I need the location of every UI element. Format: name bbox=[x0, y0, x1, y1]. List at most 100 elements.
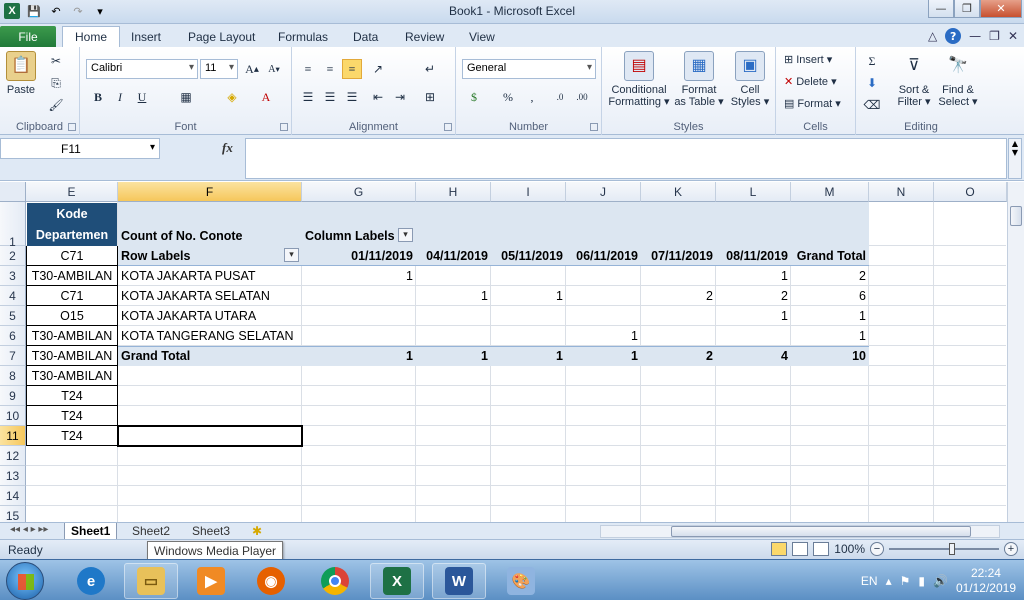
column-header-o[interactable]: O bbox=[934, 182, 1007, 202]
increase-indent-icon[interactable]: ⇥ bbox=[390, 87, 410, 107]
tab-page-layout[interactable]: Page Layout bbox=[176, 26, 267, 47]
dept-cell[interactable]: T24 bbox=[26, 386, 118, 406]
tab-file[interactable]: File bbox=[0, 26, 56, 47]
column-header-l[interactable]: L bbox=[716, 182, 791, 202]
conditional-formatting-button[interactable]: ▤ Conditional Formatting ▾ bbox=[606, 51, 672, 108]
row-header-15[interactable]: 15 bbox=[0, 506, 26, 522]
dept-cell[interactable]: T24 bbox=[26, 426, 118, 446]
horizontal-scrollbar[interactable] bbox=[600, 525, 1000, 538]
format-cells-button[interactable]: ▤ Format ▾ bbox=[784, 97, 841, 110]
zoom-out-icon[interactable]: − bbox=[870, 542, 884, 556]
clipboard-launcher-icon[interactable] bbox=[68, 123, 76, 131]
row-header-8[interactable]: 8 bbox=[0, 366, 26, 386]
vertical-scroll-thumb[interactable] bbox=[1010, 206, 1022, 226]
tab-view[interactable]: View bbox=[457, 26, 507, 47]
pivot-date-header[interactable]: 04/11/2019 bbox=[416, 246, 491, 266]
pivot-cell[interactable]: 2 bbox=[716, 286, 791, 306]
font-size-combo[interactable]: 11 bbox=[200, 59, 238, 79]
pivot-date-header[interactable]: 05/11/2019 bbox=[491, 246, 566, 266]
grow-font-icon[interactable]: A ▴ bbox=[242, 59, 262, 79]
pivot-cell[interactable] bbox=[641, 326, 716, 346]
dept-cell[interactable]: T30-AMBILAN bbox=[26, 346, 118, 366]
row-header-3[interactable]: 3 bbox=[0, 266, 26, 286]
format-painter-icon[interactable]: 🖌 bbox=[46, 95, 66, 115]
row-header-1[interactable]: 1 bbox=[0, 202, 26, 249]
workbook-minimize-icon[interactable]: — bbox=[969, 29, 981, 43]
column-header-i[interactable]: I bbox=[491, 182, 566, 202]
formula-input[interactable] bbox=[245, 138, 1007, 179]
show-hidden-icons-icon[interactable]: ▴ bbox=[886, 574, 892, 588]
pivot-cell[interactable] bbox=[416, 266, 491, 286]
pivot-grand-total-cell[interactable]: 1 bbox=[302, 346, 416, 366]
minimize-ribbon-icon[interactable]: △ bbox=[928, 29, 937, 43]
pivot-grand-total-cell[interactable]: 4 bbox=[716, 346, 791, 366]
insert-sheet-icon[interactable]: ✱ bbox=[246, 523, 268, 540]
dept-cell[interactable]: C71 bbox=[26, 286, 118, 306]
zoom-slider[interactable] bbox=[889, 543, 999, 555]
dept-cell[interactable]: T30-AMBILAN bbox=[26, 326, 118, 346]
paste-button[interactable]: 📋 Paste bbox=[6, 51, 36, 96]
dept-cell[interactable]: T30-AMBILAN bbox=[26, 266, 118, 286]
orientation-icon[interactable]: ↗ bbox=[368, 59, 388, 79]
taskbar-firefox[interactable]: ◉ bbox=[244, 563, 298, 599]
tab-formulas[interactable]: Formulas bbox=[266, 26, 340, 47]
pivot-cell[interactable] bbox=[641, 266, 716, 286]
action-center-flag-icon[interactable]: ⚑ bbox=[900, 574, 911, 588]
pivot-cell[interactable] bbox=[491, 266, 566, 286]
merge-center-icon[interactable]: ⊞ bbox=[420, 87, 440, 107]
taskbar-paint[interactable]: 🎨 bbox=[494, 563, 548, 599]
increase-decimal-icon[interactable]: .0 bbox=[550, 87, 570, 107]
pivot-grand-total-cell[interactable]: 1 bbox=[566, 346, 641, 366]
insert-function-icon[interactable]: fx bbox=[222, 140, 233, 156]
horizontal-scroll-thumb[interactable] bbox=[671, 526, 971, 537]
font-name-combo[interactable]: Calibri bbox=[86, 59, 198, 79]
pivot-row-total[interactable]: 1 bbox=[791, 306, 869, 326]
dept-cell[interactable]: O15 bbox=[26, 306, 118, 326]
underline-icon[interactable]: U bbox=[132, 87, 152, 107]
pivot-cell[interactable] bbox=[491, 326, 566, 346]
column-header-g[interactable]: G bbox=[302, 182, 416, 202]
row-header-6[interactable]: 6 bbox=[0, 326, 26, 346]
dept-cell[interactable]: T30-AMBILAN bbox=[26, 366, 118, 386]
pivot-row-label[interactable]: KOTA TANGERANG SELATAN bbox=[118, 326, 302, 346]
column-header-k[interactable]: K bbox=[641, 182, 716, 202]
page-layout-view-icon[interactable] bbox=[792, 542, 809, 556]
dept-cell[interactable]: C71 bbox=[26, 246, 118, 266]
taskbar-excel[interactable]: X bbox=[370, 563, 424, 599]
page-break-view-icon[interactable] bbox=[813, 542, 830, 556]
sheet-tab-sheet2[interactable]: Sheet2 bbox=[126, 523, 176, 540]
decrease-decimal-icon[interactable]: .00 bbox=[572, 87, 592, 107]
taskbar-media-player[interactable]: ▶ bbox=[184, 563, 238, 599]
start-button[interactable] bbox=[6, 562, 44, 600]
number-format-combo[interactable]: General bbox=[462, 59, 596, 79]
pivot-cell[interactable] bbox=[302, 306, 416, 326]
name-box[interactable]: F11 bbox=[0, 138, 160, 159]
row-header-10[interactable]: 10 bbox=[0, 406, 26, 426]
pivot-cell[interactable]: 1 bbox=[416, 286, 491, 306]
pivot-date-header[interactable]: 07/11/2019 bbox=[641, 246, 716, 266]
pivot-cell[interactable] bbox=[302, 326, 416, 346]
number-launcher-icon[interactable] bbox=[590, 123, 598, 131]
language-indicator[interactable]: EN bbox=[861, 574, 878, 588]
pivot-cell[interactable] bbox=[641, 306, 716, 326]
row-header-4[interactable]: 4 bbox=[0, 286, 26, 306]
workbook-close-icon[interactable]: ✕ bbox=[1008, 29, 1018, 43]
fill-color-icon[interactable]: ◈ bbox=[222, 87, 242, 107]
taskbar-explorer[interactable]: ▭ bbox=[124, 563, 178, 599]
close-button[interactable]: ✕ bbox=[980, 0, 1022, 18]
dept-cell[interactable]: T24 bbox=[26, 406, 118, 426]
column-header-n[interactable]: N bbox=[869, 182, 934, 202]
italic-icon[interactable]: I bbox=[110, 87, 130, 107]
worksheet-grid[interactable]: E F G H I J K L M N O 1 2 3 4 5 6 7 8 9 … bbox=[0, 182, 1024, 522]
shrink-font-icon[interactable]: A ▾ bbox=[264, 59, 284, 79]
pivot-cell[interactable]: 2 bbox=[641, 286, 716, 306]
row-header-11[interactable]: 11 bbox=[0, 426, 26, 446]
comma-style-icon[interactable]: , bbox=[522, 87, 542, 107]
pivot-cell[interactable] bbox=[566, 266, 641, 286]
copy-icon[interactable]: ⎘ bbox=[46, 73, 66, 93]
font-launcher-icon[interactable] bbox=[280, 123, 288, 131]
zoom-level[interactable]: 100% bbox=[834, 542, 865, 556]
formula-expand-icon[interactable]: ▲ ▼ bbox=[1008, 138, 1022, 179]
pivot-row-label[interactable]: KOTA JAKARTA SELATAN bbox=[118, 286, 302, 306]
column-header-j[interactable]: J bbox=[566, 182, 641, 202]
